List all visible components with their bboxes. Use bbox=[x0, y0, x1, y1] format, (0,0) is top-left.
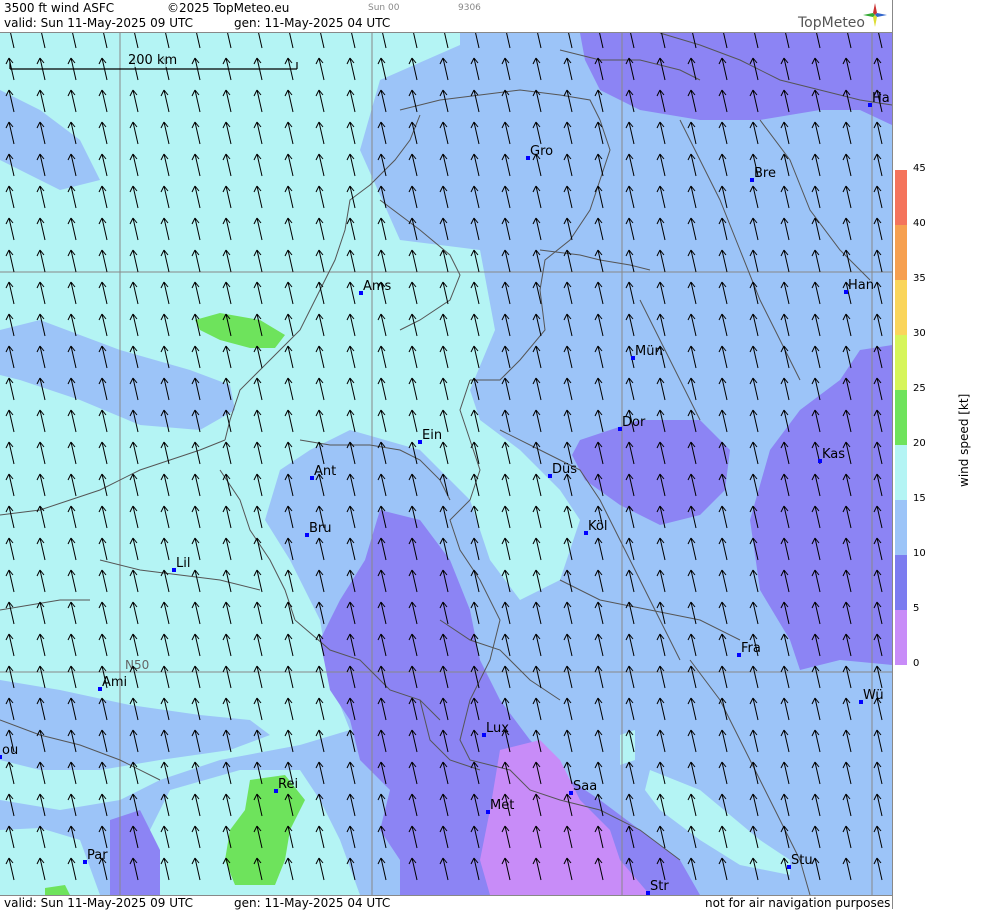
colorbar-tick-label: 45 bbox=[913, 163, 926, 174]
colorbar-title: wind speed [kt] bbox=[957, 393, 971, 487]
city-label: Han bbox=[848, 278, 874, 293]
colorbar-tick-label: 25 bbox=[913, 383, 926, 394]
colorbar-tick-label: 0 bbox=[913, 658, 920, 669]
copyright: ©2025 TopMeteo.eu bbox=[167, 1, 290, 15]
product-title: 3500 ft wind ASFC bbox=[4, 1, 115, 15]
colorbar-tick-label: 40 bbox=[913, 218, 926, 229]
city-label: Gro bbox=[530, 144, 553, 159]
city-label: Stu bbox=[791, 853, 813, 868]
colorbar-segment bbox=[895, 225, 907, 280]
topmeteo-logo-text: TopMeteo bbox=[798, 15, 865, 31]
scale-bar-label: 200 km bbox=[128, 53, 177, 68]
wind-map-svg: N50 200 km HaGroBreAms HanMünEinDorKasAn… bbox=[0, 33, 892, 895]
colorbar-tick-label: 15 bbox=[913, 493, 926, 504]
colorbar-segment bbox=[895, 555, 907, 610]
city-label: Köl bbox=[588, 519, 607, 534]
city-label: Ams bbox=[363, 279, 392, 294]
city-label: Ha bbox=[872, 91, 890, 106]
wind-map[interactable]: N50 200 km Ha Gro Bre Ams Han Mün Ein Do… bbox=[0, 33, 892, 895]
city-label: Lil bbox=[176, 556, 190, 571]
city-label: Lux bbox=[486, 721, 509, 736]
footer-valid-time: valid: Sun 11-May-2025 09 UTC bbox=[4, 896, 193, 910]
city-label: Ein bbox=[422, 428, 442, 443]
map-header: 3500 ft wind ASFC ©2025 TopMeteo.eu Sun … bbox=[0, 0, 892, 33]
city-label: Mün bbox=[635, 344, 663, 359]
colorbar-tick-label: 20 bbox=[913, 438, 926, 449]
city-label: Saa bbox=[573, 779, 597, 794]
city-label: Kas bbox=[822, 447, 845, 462]
colorbar-segment bbox=[895, 445, 907, 500]
grid-label-n50: N50 bbox=[125, 658, 149, 672]
city-label: Dor bbox=[622, 415, 646, 430]
city-label: Bre bbox=[754, 166, 776, 181]
city-label: Bru bbox=[309, 521, 332, 536]
city-label: Wü bbox=[863, 688, 884, 703]
city-label: Düs bbox=[552, 462, 577, 477]
map-footer: valid: Sun 11-May-2025 09 UTC gen: 11-Ma… bbox=[0, 895, 892, 910]
colorbar-segment bbox=[895, 610, 907, 665]
colorbar-tick-label: 5 bbox=[913, 603, 920, 614]
colorbar-tick-label: 10 bbox=[913, 548, 926, 559]
small-day-label: Sun 00 bbox=[368, 3, 400, 13]
compass-logo-icon bbox=[863, 3, 887, 27]
city-label: Fra bbox=[741, 641, 761, 656]
colorbar-segment bbox=[895, 170, 907, 225]
footer-generated-time: gen: 11-May-2025 04 UTC bbox=[234, 896, 391, 910]
colorbar-segment bbox=[895, 280, 907, 335]
city-label: Rei bbox=[278, 777, 298, 792]
colorbar-tick-label: 30 bbox=[913, 328, 926, 339]
disclaimer: not for air navigation purposes bbox=[705, 896, 891, 910]
valid-time: valid: Sun 11-May-2025 09 UTC bbox=[4, 16, 193, 30]
city-label: Str bbox=[650, 879, 669, 894]
small-code-label: 9306 bbox=[458, 3, 481, 13]
colorbar-segment bbox=[895, 390, 907, 445]
city-label: Ami bbox=[102, 675, 127, 690]
colorbar-segment bbox=[895, 500, 907, 555]
city-label: Par bbox=[87, 848, 108, 863]
generated-time: gen: 11-May-2025 04 UTC bbox=[234, 16, 391, 30]
city-label: ou bbox=[2, 743, 18, 758]
city-label: Met bbox=[490, 798, 514, 813]
city-label: Ant bbox=[314, 464, 336, 479]
colorbar-tick-label: 35 bbox=[913, 273, 926, 284]
colorbar-segment bbox=[895, 335, 907, 390]
